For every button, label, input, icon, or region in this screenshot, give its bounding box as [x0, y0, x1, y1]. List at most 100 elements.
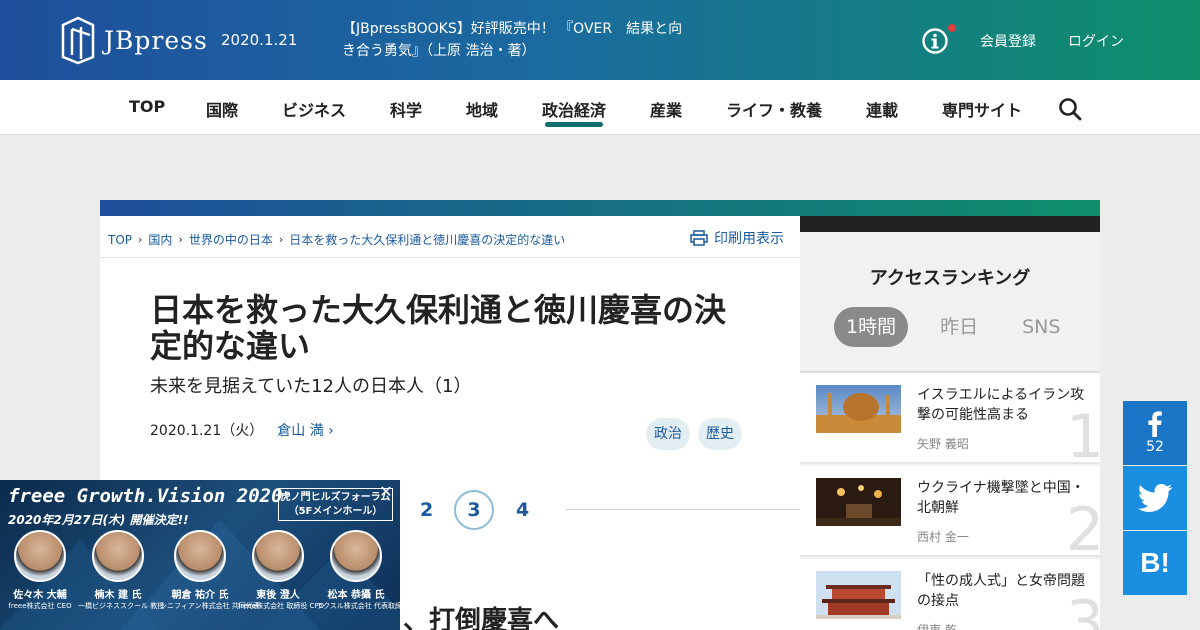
print-view-button[interactable]: 印刷用表示 — [690, 228, 784, 248]
ad-date: 2020年2月27日(木) 開催決定!! — [8, 513, 189, 527]
ranking-item-author: 伊東 乾 — [917, 623, 957, 630]
author-link[interactable]: 倉山 満 › — [277, 420, 334, 440]
hatena-bookmark-button[interactable]: B! — [1123, 531, 1187, 595]
chevron-right-icon: › — [138, 233, 143, 246]
ranking-item[interactable]: ウクライナ機撃墜と中国・北朝鮮 西村 金一 2 — [800, 466, 1104, 560]
site-header: JBpress 2020.1.21 【JBpressBOOKS】好評販売中！ 『… — [0, 0, 1200, 80]
breadcrumb-item-top[interactable]: TOP — [108, 233, 132, 247]
chevron-right-icon: › — [328, 423, 334, 439]
speaker-role: freee株式会社 取締役 CFO — [238, 602, 324, 610]
ad-speaker: 佐々木 大輔 freee株式会社 CEO — [0, 530, 80, 611]
page-link-2[interactable]: 2 — [420, 499, 433, 521]
info-icon[interactable] — [922, 28, 948, 54]
ad-speaker: 東後 澄人 freee株式会社 取締役 CFO — [238, 530, 324, 611]
nav-item-politics-economy[interactable]: 政治経済 — [542, 97, 606, 121]
ranking-item-author: 西村 金一 — [917, 530, 969, 544]
close-icon[interactable]: ✕ — [376, 482, 396, 502]
login-link[interactable]: ログイン — [1068, 31, 1124, 51]
register-link[interactable]: 会員登録 — [980, 31, 1036, 51]
speaker-name: 東後 澄人 — [256, 590, 300, 601]
speaker-photo — [330, 530, 382, 582]
ranking-number: 2 — [1066, 495, 1105, 565]
print-view-label: 印刷用表示 — [714, 231, 784, 247]
tab-yesterday[interactable]: 昨日 — [928, 307, 990, 347]
printer-icon — [690, 230, 708, 246]
speaker-photo — [92, 530, 144, 582]
nav-item-business[interactable]: ビジネス — [282, 97, 346, 121]
nav-item-series[interactable]: 連載 — [866, 97, 898, 121]
speaker-role: シニフィアン株式会社 共同代表 — [160, 602, 260, 610]
author-name: 倉山 満 — [277, 423, 324, 439]
hatena-bookmark-icon: B! — [1140, 547, 1170, 578]
ad-speaker: 朝倉 祐介 氏 シニフィアン株式会社 共同代表 — [160, 530, 260, 611]
ranking-number: 3 — [1066, 588, 1105, 630]
speaker-role: 一橋ビジネススクール 教授 — [78, 602, 165, 610]
tab-1hour[interactable]: 1時間 — [834, 307, 909, 347]
nav-item-top[interactable]: TOP — [129, 97, 165, 116]
logo-text: JBpress — [104, 25, 208, 55]
tab-sns[interactable]: SNS — [1010, 307, 1072, 347]
nav-item-special-sites[interactable]: 専門サイト — [942, 97, 1022, 121]
tag-politics[interactable]: 政治 — [646, 418, 690, 450]
breadcrumb-item-current[interactable]: 日本を救った大久保利通と徳川慶喜の決定的な違い — [289, 231, 565, 248]
sidebar-top-bar — [800, 216, 1100, 232]
nav-item-international[interactable]: 国際 — [206, 97, 238, 121]
search-icon[interactable] — [1058, 97, 1082, 121]
ranking-item-author: 矢野 義昭 — [917, 437, 969, 451]
page-link-current[interactable]: 3 — [454, 490, 494, 530]
breadcrumb-divider — [100, 257, 800, 258]
logo-mark-icon — [61, 16, 95, 65]
notification-dot — [948, 24, 956, 32]
nav-item-life[interactable]: ライフ・教養 — [726, 97, 822, 121]
article-meta: 2020.1.21（火） 倉山 満 › — [150, 420, 334, 440]
speaker-photo — [14, 530, 66, 582]
event-ad-banner[interactable]: freee Growth.Vision 2020 2020年2月27日(木) 開… — [0, 480, 400, 630]
nav-item-science[interactable]: 科学 — [390, 97, 422, 121]
ranking-tabs: 1時間 昨日 SNS — [834, 307, 1072, 347]
content-top-strip — [100, 200, 1100, 216]
speaker-name: 楠木 建 氏 — [94, 590, 142, 601]
ranking-thumbnail — [816, 478, 901, 526]
site-logo[interactable]: JBpress — [60, 15, 208, 65]
ad-title: freee Growth.Vision 2020 — [8, 485, 283, 507]
facebook-icon — [1148, 411, 1162, 437]
article-title: 日本を救った大久保利通と徳川慶喜の決定的な違い — [150, 291, 727, 365]
ranking-item[interactable]: 「性の成人式」と女帝問題の接点 伊東 乾 3 — [800, 559, 1104, 630]
pagination-divider — [566, 509, 800, 510]
speaker-name: 松本 恭攝 氏 — [327, 590, 385, 601]
section-heading: 、打倒慶喜へ — [403, 606, 560, 630]
speaker-role: ラクスル株式会社 代表取締役社長 CEO — [316, 602, 400, 610]
twitter-icon — [1138, 484, 1172, 512]
speaker-name: 佐々木 大輔 — [13, 590, 67, 601]
speaker-photo — [252, 530, 304, 582]
speaker-name: 朝倉 祐介 氏 — [171, 590, 229, 601]
speaker-role: freee株式会社 CEO — [8, 602, 72, 610]
nav-active-indicator — [545, 122, 603, 127]
tag-history[interactable]: 歴史 — [698, 418, 742, 450]
facebook-share-button[interactable]: 52 — [1123, 401, 1187, 465]
nav-item-industry[interactable]: 産業 — [650, 97, 682, 121]
ranking-thumbnail — [816, 571, 901, 619]
ranking-item[interactable]: イスラエルによるイラン攻撃の可能性高まる 矢野 義昭 1 — [800, 373, 1104, 467]
page-link-4[interactable]: 4 — [516, 499, 529, 521]
chevron-right-icon: › — [178, 233, 183, 246]
article-subtitle: 未来を見据えていた12人の日本人（1） — [150, 376, 472, 397]
article-date: 2020.1.21（火） — [150, 423, 264, 439]
header-date: 2020.1.21 — [221, 31, 298, 49]
breadcrumb-item-world-japan[interactable]: 世界の中の日本 — [189, 231, 273, 248]
chevron-right-icon: › — [278, 233, 284, 246]
ranking-sidebar: アクセスランキング 1時間 昨日 SNS イスラエルによるイラン攻撃の可能性高ま… — [800, 216, 1104, 630]
breadcrumb: TOP › 国内 › 世界の中の日本 › 日本を救った大久保利通と徳川慶喜の決定… — [108, 231, 565, 248]
breadcrumb-item-domestic[interactable]: 国内 — [148, 231, 172, 248]
ad-speaker: 松本 恭攝 氏 ラクスル株式会社 代表取締役社長 CEO — [316, 530, 400, 611]
twitter-share-button[interactable] — [1123, 466, 1187, 530]
speaker-photo — [174, 530, 226, 582]
ranking-number: 1 — [1066, 402, 1105, 472]
ranking-item-title: 「性の成人式」と女帝問題の接点 — [917, 573, 1085, 609]
ad-speaker: 楠木 建 氏 一橋ビジネススクール 教授 — [78, 530, 165, 611]
ranking-item-title: ウクライナ機撃墜と中国・北朝鮮 — [917, 480, 1085, 516]
facebook-share-count: 52 — [1146, 439, 1164, 455]
ranking-title: アクセスランキング — [869, 268, 1031, 289]
nav-item-region[interactable]: 地域 — [466, 97, 498, 121]
header-promo-link[interactable]: 【JBpressBOOKS】好評販売中！ 『OVER 結果と向き合う勇気』（上原… — [342, 18, 692, 62]
